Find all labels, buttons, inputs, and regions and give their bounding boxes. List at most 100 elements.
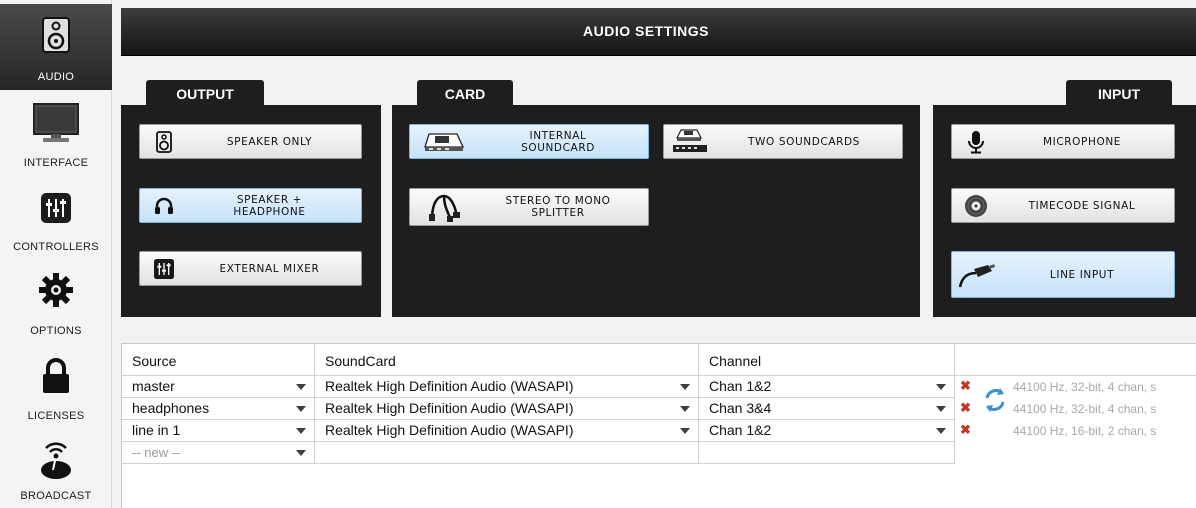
external-mixer-button[interactable]: EXTERNAL MIXER	[139, 251, 362, 286]
internal-soundcard-button[interactable]: INTERNAL SOUNDCARD	[409, 124, 649, 159]
tab-input: INPUT	[1066, 80, 1172, 107]
chevron-down-icon[interactable]	[296, 450, 306, 456]
speaker-icon	[0, 17, 112, 53]
sidebar-item-broadcast[interactable]: BROADCAST	[0, 434, 112, 508]
chevron-down-icon[interactable]	[680, 428, 690, 434]
format-info: 44100 Hz, 32-bit, 4 chan, s	[1013, 402, 1157, 416]
soundcard-value: Realtek High Definition Audio (WASAPI)	[325, 422, 574, 438]
label-line-2: SPLITTER	[531, 207, 585, 219]
page-title: AUDIO SETTINGS	[582, 23, 709, 39]
channel-value: Chan 1&2	[709, 422, 772, 438]
line-input-button[interactable]: LINE INPUT	[951, 251, 1175, 298]
soundcard-value: Realtek High Definition Audio (WASAPI)	[325, 378, 574, 394]
timecode-signal-button[interactable]: TIMECODE SIGNAL	[951, 188, 1175, 223]
sidebar-item-options[interactable]: OPTIONS	[0, 268, 112, 342]
channel-select[interactable]: Chan 1&2	[699, 420, 955, 442]
input-section: INPUT MICROPHONE TIMECODE SIGNAL LINE IN…	[933, 80, 1196, 317]
chevron-down-icon[interactable]	[296, 406, 306, 412]
speaker-headphone-button[interactable]: SPEAKER + HEADPHONE	[139, 188, 362, 223]
new-source-select[interactable]: -- new --	[122, 442, 315, 464]
line-cable-icon	[952, 261, 1000, 289]
channel-select[interactable]: Chan 3&4	[699, 398, 955, 420]
chevron-down-icon[interactable]	[296, 428, 306, 434]
chevron-down-icon[interactable]	[680, 406, 690, 412]
chevron-down-icon[interactable]	[936, 406, 946, 412]
new-row-placeholder: -- new --	[132, 445, 181, 460]
button-label: LINE INPUT	[1049, 268, 1115, 281]
routing-table: Source SoundCard Channel master Realtek …	[121, 343, 1196, 508]
sidebar-item-label: AUDIO	[37, 71, 75, 83]
mixer-sliders-icon	[140, 258, 188, 279]
tab-output: OUTPUT	[146, 80, 264, 107]
new-soundcard-cell	[315, 442, 699, 464]
chevron-down-icon[interactable]	[936, 428, 946, 434]
label-line-1: SPEAKER +	[236, 193, 303, 206]
stereo-mono-splitter-button[interactable]: STEREO TO MONO SPLITTER	[409, 188, 649, 226]
delete-icon[interactable]: ✖	[960, 400, 971, 416]
monitor-icon	[0, 102, 112, 144]
headphone-icon	[140, 196, 188, 216]
label-line-1: STEREO TO MONO	[505, 195, 611, 207]
format-info: 44100 Hz, 16-bit, 2 chan, s	[1013, 424, 1157, 438]
vinyl-icon	[952, 194, 1000, 218]
button-label: INTERNAL SOUNDCARD	[478, 130, 648, 154]
source-value: headphones	[132, 400, 210, 416]
soundcard-select[interactable]: Realtek High Definition Audio (WASAPI)	[315, 420, 699, 442]
button-label: TWO SOUNDCARDS	[748, 135, 860, 148]
two-soundcards-icon	[664, 128, 716, 155]
sidebar-item-controllers[interactable]: CONTROLLERS	[0, 183, 112, 261]
button-label: EXTERNAL MIXER	[219, 262, 320, 275]
delete-icon[interactable]: ✖	[960, 422, 971, 438]
sidebar-item-audio[interactable]: AUDIO	[0, 4, 112, 90]
soundcard-select[interactable]: Realtek High Definition Audio (WASAPI)	[315, 376, 699, 398]
source-value: master	[132, 378, 175, 394]
label-line-2: HEADPHONE	[233, 205, 306, 218]
lock-icon	[0, 358, 112, 394]
sidebar-item-licenses[interactable]: LICENSES	[0, 352, 112, 428]
sidebar-item-label: LICENSES	[27, 410, 85, 422]
column-header-soundcard: SoundCard	[315, 344, 699, 376]
card-section: CARD INTERNAL SOUNDCARD TWO SOUNDCARDS ST…	[392, 80, 920, 317]
column-header-source: Source	[122, 344, 315, 376]
button-label: SPEAKER + HEADPHONE	[188, 194, 361, 218]
broadcast-antenna-icon	[0, 436, 112, 480]
delete-icon[interactable]: ✖	[960, 378, 971, 394]
chevron-down-icon[interactable]	[296, 384, 306, 390]
two-soundcards-button[interactable]: TWO SOUNDCARDS	[663, 124, 903, 159]
title-bar: AUDIO SETTINGS	[121, 8, 1196, 56]
microphone-button[interactable]: MICROPHONE	[951, 124, 1175, 159]
sidebar: AUDIO INTERFACE CONTROLLERS OPTIONS LICE…	[0, 0, 112, 508]
swap-icon[interactable]	[983, 386, 1007, 419]
new-channel-cell	[699, 442, 955, 464]
speaker-only-button[interactable]: SPEAKER ONLY	[139, 124, 362, 159]
source-select[interactable]: line in 1	[122, 420, 315, 442]
column-header-channel: Channel	[699, 344, 955, 376]
gear-icon	[0, 272, 112, 308]
mixer-sliders-icon	[0, 193, 112, 223]
splitter-cable-icon	[410, 192, 478, 222]
channel-value: Chan 3&4	[709, 400, 772, 416]
soundcard-value: Realtek High Definition Audio (WASAPI)	[325, 400, 574, 416]
soundcard-select[interactable]: Realtek High Definition Audio (WASAPI)	[315, 398, 699, 420]
column-header-info	[955, 344, 1196, 376]
sidebar-item-label: OPTIONS	[30, 325, 82, 337]
sidebar-item-label: BROADCAST	[20, 490, 92, 502]
tab-card: CARD	[417, 80, 513, 107]
button-label: STEREO TO MONO SPLITTER	[478, 195, 648, 219]
sidebar-item-interface[interactable]: INTERFACE	[0, 98, 112, 176]
microphone-icon	[952, 130, 1000, 154]
source-select[interactable]: headphones	[122, 398, 315, 420]
sidebar-item-label: INTERFACE	[23, 157, 89, 169]
label-line-1: INTERNAL	[529, 129, 587, 142]
channel-value: Chan 1&2	[709, 378, 772, 394]
button-label: TIMECODE SIGNAL	[1028, 199, 1136, 212]
channel-select[interactable]: Chan 1&2	[699, 376, 955, 398]
format-info: 44100 Hz, 32-bit, 4 chan, s	[1013, 380, 1157, 394]
speaker-icon	[140, 130, 188, 153]
button-label: MICROPHONE	[1042, 135, 1122, 148]
source-value: line in 1	[132, 422, 181, 438]
chevron-down-icon[interactable]	[936, 384, 946, 390]
chevron-down-icon[interactable]	[680, 384, 690, 390]
source-select[interactable]: master	[122, 376, 315, 398]
label-line-2: SOUNDCARD	[521, 141, 595, 154]
